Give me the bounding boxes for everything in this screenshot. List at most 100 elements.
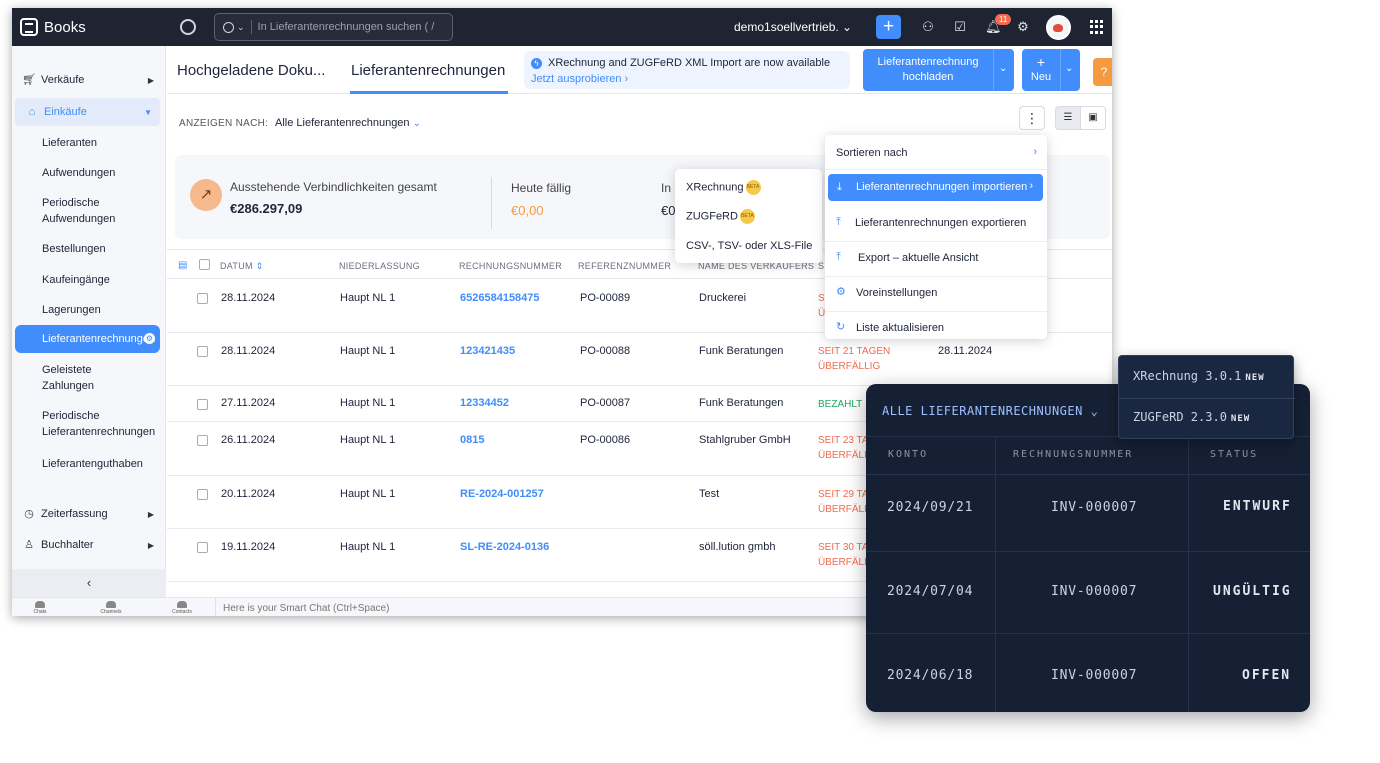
user-avatar[interactable] bbox=[1046, 15, 1071, 40]
sidebar-item-recurring-expenses[interactable]: Periodische Aufwendungen bbox=[42, 195, 142, 227]
menu-item-label: ZUGFeRD bbox=[686, 210, 738, 223]
bill-number-link[interactable]: 6526584158475 bbox=[460, 292, 540, 304]
sidebar-item-time-tracking[interactable]: ◷ Zeiterfassung ▶ bbox=[12, 500, 166, 528]
recent-history-icon[interactable] bbox=[180, 19, 196, 35]
chevron-down-icon[interactable]: ⌄ bbox=[1065, 63, 1073, 74]
gear-icon[interactable]: ⚙ bbox=[1016, 20, 1030, 34]
row-checkbox[interactable] bbox=[197, 293, 208, 304]
search-input[interactable]: In Lieferantenrechnungen suchen ( / bbox=[258, 21, 435, 33]
bill-reference: PO-00088 bbox=[580, 345, 631, 357]
bill-vendor: Funk Beratungen bbox=[699, 397, 784, 409]
banner-link[interactable]: Jetzt ausprobieren › bbox=[531, 73, 628, 85]
bill-number-link[interactable]: SL-RE-2024-0136 bbox=[460, 541, 549, 553]
row-checkbox[interactable] bbox=[197, 435, 208, 446]
sidebar-item-recurring-bills[interactable]: Periodische Lieferantenrechnungen bbox=[42, 408, 162, 440]
summary-divider bbox=[491, 177, 492, 229]
help-button[interactable]: ? bbox=[1093, 58, 1112, 86]
row-checkbox[interactable] bbox=[197, 542, 208, 553]
refer-users-icon[interactable]: ⚇ bbox=[921, 20, 935, 34]
sidebar: 🛒︎ Verkäufe ▶ ⌂ Einkäufe ▼ Lieferanten A… bbox=[12, 46, 166, 616]
zugferd-version-item[interactable]: ZUGFeRD 2.3.0 NEW bbox=[1133, 410, 1250, 424]
button-divider bbox=[993, 49, 994, 91]
xrechnung-version-item[interactable]: XRechnung 3.0.1 NEW bbox=[1133, 369, 1265, 383]
menu-item-export-current-view[interactable]: ⤒ Export – aktuelle Ansicht bbox=[825, 241, 1047, 275]
sidebar-item-vendor-credits[interactable]: Lieferantenguthaben bbox=[42, 456, 162, 472]
org-name: demo1soellvertrieb. bbox=[734, 20, 839, 34]
bill-number-link[interactable]: RE-2024-001257 bbox=[460, 488, 544, 500]
menu-item-import-bills[interactable]: ⤓ Lieferantenrechnungen importieren › bbox=[828, 174, 1043, 201]
table-settings-icon[interactable]: ▤ bbox=[178, 260, 187, 271]
bill-branch: Haupt NL 1 bbox=[340, 434, 396, 446]
panel-filter[interactable]: ALLE LIEFERANTENRECHNUNGEN ⌄ bbox=[882, 404, 1098, 418]
button-divider bbox=[1060, 49, 1061, 91]
org-switcher[interactable]: demo1soellvertrieb. ⌄ bbox=[734, 20, 852, 34]
upload-bill-button[interactable]: Lieferantenrechnung hochladen ⌄ bbox=[863, 49, 1014, 91]
bill-date: 26.11.2024 bbox=[221, 434, 276, 446]
import-csv-item[interactable]: CSV-, TSV- oder XLS-File bbox=[686, 240, 812, 252]
bill-vendor: Test bbox=[699, 488, 720, 500]
status-line1: SEIT 23 TA bbox=[818, 435, 869, 446]
menu-item-preferences[interactable]: ⚙ Voreinstellungen bbox=[825, 276, 1047, 310]
quick-create-button[interactable]: + bbox=[876, 15, 901, 39]
menu-item-sort-by[interactable]: Sortieren nach › bbox=[825, 135, 1047, 169]
smart-chat-input[interactable]: Here is your Smart Chat (Ctrl+Space) bbox=[223, 603, 389, 614]
sidebar-item-expenses[interactable]: Aufwendungen bbox=[42, 165, 162, 181]
list-view-button[interactable]: ☰ bbox=[1055, 106, 1081, 130]
contacts-shortcut[interactable]: Contacts bbox=[167, 601, 197, 615]
sidebar-item-sales[interactable]: 🛒︎ Verkäufe ▶ bbox=[12, 66, 166, 94]
chevron-down-icon[interactable]: ⌄ bbox=[237, 22, 245, 33]
sidebar-item-vendors[interactable]: Lieferanten bbox=[42, 135, 162, 151]
import-format-submenu: XRechnung BETA ZUGFeRD BETA CSV-, TSV- ode… bbox=[675, 169, 822, 263]
search-box[interactable]: ⌄ In Lieferantenrechnungen suchen ( / bbox=[214, 13, 453, 41]
new-bill-button[interactable]: + Neu ⌄ bbox=[1022, 49, 1080, 91]
more-options-button[interactable]: ⋮ bbox=[1019, 106, 1045, 130]
app-name: Books bbox=[44, 18, 86, 36]
arrow-up-right-icon: ↗ bbox=[190, 179, 222, 211]
row-checkbox[interactable] bbox=[197, 399, 208, 410]
import-zugferd-item[interactable]: ZUGFeRD BETA bbox=[686, 209, 755, 224]
chevron-right-icon: › bbox=[1033, 146, 1037, 158]
menu-item-label: Lieferantenrechnungen importieren bbox=[856, 181, 1028, 193]
grid-view-button[interactable]: ▣ bbox=[1080, 106, 1106, 130]
tasks-icon[interactable]: ☑ bbox=[953, 20, 967, 34]
column-date[interactable]: DATUM ⇕ bbox=[220, 261, 264, 272]
channels-shortcut[interactable]: Channels bbox=[96, 601, 126, 615]
total-payables-value: €286.297,09 bbox=[230, 201, 303, 216]
sidebar-item-purchase-orders[interactable]: Bestellungen bbox=[42, 241, 162, 257]
row-checkbox[interactable] bbox=[197, 346, 208, 357]
bill-number-link[interactable]: 12334452 bbox=[460, 397, 509, 409]
collapse-sidebar-button[interactable]: ‹ bbox=[12, 569, 166, 597]
column-bill-number[interactable]: RECHNUNGSNUMMER bbox=[459, 261, 562, 271]
bill-number-link[interactable]: 123421435 bbox=[460, 345, 515, 357]
tab-bills[interactable]: Lieferantenrechnungen bbox=[351, 62, 505, 79]
column-invoice-number: RECHNUNGSNUMMER bbox=[1013, 449, 1134, 460]
sidebar-item-accountant[interactable]: ♙ Buchhalter ▶ bbox=[12, 531, 166, 559]
import-xrechnung-item[interactable]: XRechnung BETA bbox=[686, 180, 761, 195]
chats-shortcut[interactable]: Chats bbox=[25, 601, 55, 615]
sidebar-item-payments-made[interactable]: Geleistete Zahlungen bbox=[42, 362, 132, 394]
bill-status: SEIT 23 TA ÜBERFÄLLI bbox=[818, 433, 872, 463]
row-checkbox[interactable] bbox=[197, 489, 208, 500]
app-grid-icon[interactable] bbox=[1090, 20, 1104, 34]
column-branch[interactable]: NIEDERLASSUNG bbox=[339, 261, 420, 271]
sidebar-item-bills[interactable]: Lieferantenrechnungen ⚙ bbox=[15, 325, 160, 353]
select-all-checkbox[interactable] bbox=[199, 259, 210, 270]
menu-item-refresh-list[interactable]: ↻ Liste aktualisieren bbox=[825, 311, 1047, 345]
bill-branch: Haupt NL 1 bbox=[340, 292, 396, 304]
chevron-down-icon[interactable]: ⌄ bbox=[999, 63, 1007, 74]
sidebar-item-purchase-receives[interactable]: Kaufeingänge bbox=[42, 272, 162, 288]
total-payables-label: Ausstehende Verbindlichkeiten gesamt bbox=[230, 180, 437, 194]
sidebar-item-purchases[interactable]: ⌂ Einkäufe ▼ bbox=[15, 98, 160, 126]
tab-uploaded-documents[interactable]: Hochgeladene Doku... bbox=[177, 62, 325, 79]
sidebar-item-storage[interactable]: Lagerungen bbox=[42, 302, 162, 318]
app-logo[interactable]: Books bbox=[12, 8, 166, 46]
clock-icon: ◷ bbox=[24, 508, 34, 520]
filter-dropdown[interactable]: Alle Lieferantenrechnungen ⌄ bbox=[275, 117, 421, 129]
bill-status: SEIT 21 TAGEN ÜBERFÄLLIG bbox=[818, 344, 890, 374]
settings-icon[interactable]: ⚙ bbox=[144, 333, 155, 344]
column-reference-number[interactable]: REFERENZNUMMER bbox=[578, 261, 671, 271]
menu-item-export-bills[interactable]: ⤒ Lieferantenrechnungen exportieren bbox=[825, 206, 1047, 240]
contacts-icon bbox=[177, 601, 187, 608]
bill-number-link[interactable]: 0815 bbox=[460, 434, 484, 446]
search-icon bbox=[223, 21, 234, 33]
